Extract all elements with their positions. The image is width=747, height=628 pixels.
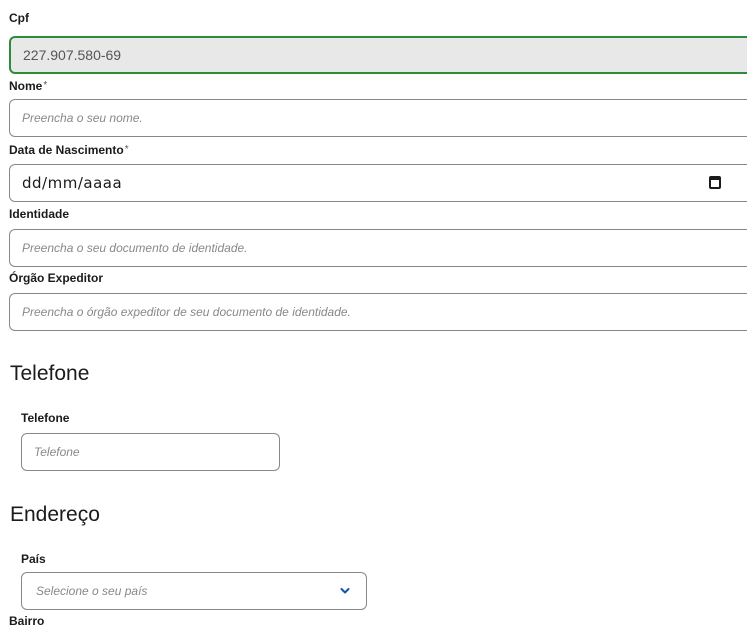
nascimento-value: dd/mm/aaaa [22,174,123,192]
nascimento-label-text: Data de Nascimento [9,143,124,157]
orgao-input[interactable]: Preencha o órgão expeditor de seu docume… [9,293,747,331]
nome-placeholder: Preencha o seu nome. [22,111,143,125]
nome-input[interactable]: Preencha o seu nome. [9,99,747,137]
telefone-input[interactable]: Telefone [21,433,280,471]
identidade-label: Identidade [9,207,70,221]
orgao-placeholder: Preencha o órgão expeditor de seu docume… [22,305,351,319]
bairro-label: Bairro [9,614,45,628]
telefone-placeholder: Telefone [34,445,80,459]
cpf-label: Cpf [9,11,29,25]
chevron-down-icon [340,588,350,594]
nascimento-label: Data de Nascimento* [9,143,129,157]
pais-placeholder: Selecione o seu país [36,584,148,598]
calendar-icon[interactable] [709,176,721,189]
nome-label-text: Nome [9,79,43,93]
cpf-field[interactable]: 227.907.580-69 [9,36,747,74]
identidade-placeholder: Preencha o seu documento de identidade. [22,241,248,255]
nome-label: Nome* [9,79,47,93]
telefone-section-title: Telefone [10,362,90,385]
telefone-label: Telefone [21,411,70,425]
required-mark: * [43,80,48,91]
pais-label: País [21,552,46,566]
endereco-section-title: Endereço [10,503,100,526]
nascimento-date-input[interactable]: dd/mm/aaaa [9,164,747,202]
identidade-input[interactable]: Preencha o seu documento de identidade. [9,229,747,267]
required-mark: * [124,144,129,155]
orgao-label: Órgão Expeditor [9,271,104,285]
pais-select[interactable]: Selecione o seu país [21,572,367,610]
cpf-value: 227.907.580-69 [23,47,122,63]
